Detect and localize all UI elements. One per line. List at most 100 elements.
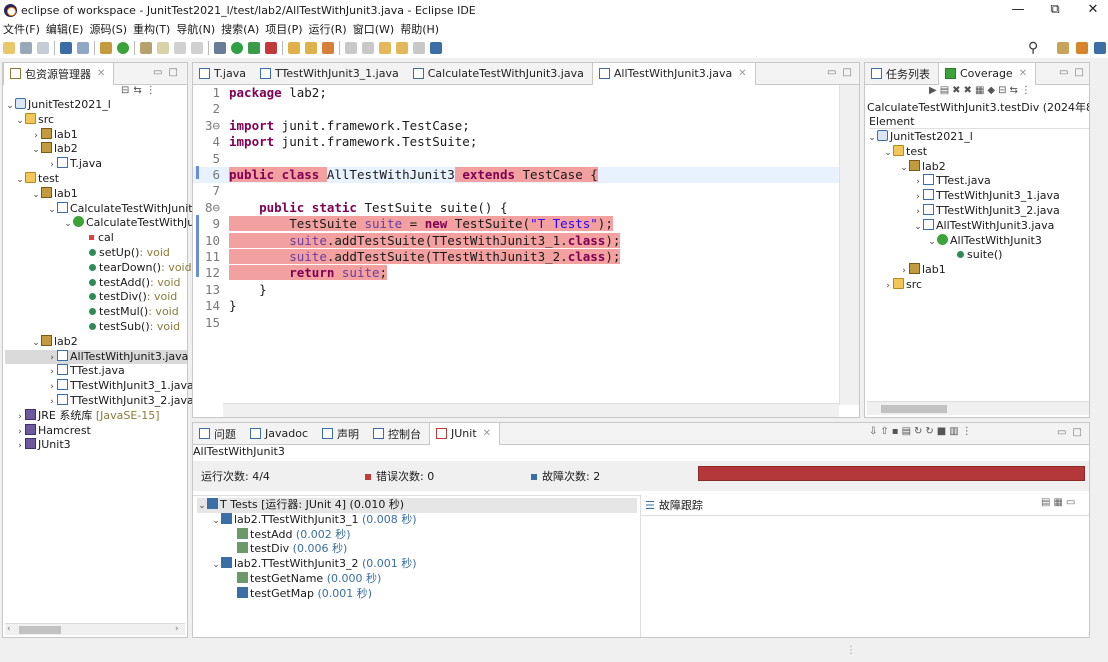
- view-menu-icon[interactable]: ⋮: [1021, 85, 1034, 96]
- coverage-node[interactable]: › src: [867, 277, 1089, 293]
- select-session-icon[interactable]: ◆: [987, 85, 998, 96]
- filter-icon[interactable]: ⋮: [146, 85, 160, 96]
- new-package-icon[interactable]: [100, 42, 112, 54]
- external-tools-icon[interactable]: [265, 42, 277, 54]
- minimize-maximize-icon[interactable]: ▭□: [1059, 67, 1090, 78]
- history-icon[interactable]: ▥: [949, 426, 961, 437]
- skip-breakpoints-icon[interactable]: [77, 42, 89, 54]
- search-icon[interactable]: ⚲: [1028, 40, 1038, 56]
- horizontal-scrollbar[interactable]: [867, 401, 1089, 415]
- menu-window[interactable]: 窗口(W): [353, 21, 394, 37]
- test-suite-node[interactable]: ⌄ lab2.TTestWithJunit3_2 (0.001 秒): [197, 557, 637, 572]
- tab-alltest[interactable]: AllTestWithJunit3.java ✕: [591, 62, 756, 85]
- test-case-node[interactable]: testGetName (0.000 秒): [197, 571, 637, 587]
- tab-problems[interactable]: 问题: [193, 423, 244, 445]
- coverage-node[interactable]: › TTest.java: [867, 174, 1089, 189]
- tree-node-test-lab2[interactable]: ⌄ lab2: [5, 334, 187, 350]
- menu-help[interactable]: 帮助(H): [400, 21, 439, 37]
- coverage-node[interactable]: ⌄ AllTestWithJunit3.java: [867, 218, 1089, 234]
- tab-javadoc[interactable]: Javadoc: [244, 423, 316, 445]
- test-case-node[interactable]: testAdd (0.002 秒): [197, 527, 637, 543]
- debug-perspective-icon[interactable]: [1094, 42, 1106, 54]
- link-editor-icon[interactable]: ⇆: [133, 85, 145, 96]
- test-case-node[interactable]: testGetMap (0.001 秒): [197, 586, 637, 602]
- close-icon[interactable]: ✕: [97, 68, 105, 79]
- coverage-node[interactable]: ⌄ JunitTest2021_l: [867, 130, 1089, 145]
- previous-annotation-icon[interactable]: [362, 42, 374, 54]
- tree-node-project[interactable]: ⌄ JunitTest2021_l: [5, 98, 187, 113]
- restore-button[interactable]: ⧉: [1040, 0, 1070, 20]
- tab-declaration[interactable]: 声明: [316, 423, 367, 445]
- coverage-node[interactable]: › lab1: [867, 263, 1089, 278]
- tree-node-field-cal[interactable]: cal: [5, 231, 187, 246]
- relaunch-icon[interactable]: ▶: [929, 85, 940, 96]
- new-icon[interactable]: [3, 42, 15, 54]
- tree-node-alltest-file[interactable]: › AllTestWithJunit3.java: [5, 349, 188, 365]
- next-failure-icon[interactable]: ⇩: [869, 426, 880, 437]
- close-icon[interactable]: ✕: [1019, 68, 1027, 79]
- minimize-maximize-icon[interactable]: ▭□: [153, 67, 184, 78]
- minimize-maximize-icon[interactable]: ▭□: [1057, 427, 1088, 438]
- close-icon[interactable]: ✕: [483, 428, 491, 439]
- remove-all-icon[interactable]: ✖: [964, 85, 975, 96]
- tree-node-tjava[interactable]: › T.java: [5, 157, 187, 172]
- horizontal-scrollbar[interactable]: [223, 403, 839, 417]
- show-whitespace-icon[interactable]: [191, 42, 203, 54]
- save-all-icon[interactable]: [37, 42, 49, 54]
- tree-node-method[interactable]: setUp(): void: [5, 246, 187, 261]
- back-icon[interactable]: [396, 42, 408, 54]
- search-tool-icon[interactable]: [322, 42, 334, 54]
- coverage-icon[interactable]: [248, 42, 260, 54]
- pin-editor-icon[interactable]: [430, 42, 442, 54]
- tab-calculate[interactable]: CalculateTestWithJunit3.java: [407, 63, 592, 85]
- minimize-button[interactable]: —: [1003, 0, 1033, 20]
- tab-console[interactable]: 控制台: [367, 423, 429, 445]
- close-button[interactable]: ✕: [1078, 0, 1108, 20]
- menu-edit[interactable]: 编辑(E): [46, 21, 84, 37]
- menu-file[interactable]: 文件(F): [3, 21, 40, 37]
- filter-trace-icon[interactable]: ▦: [1053, 497, 1065, 508]
- tree-node-jre[interactable]: › JRE 系统库 [JavaSE-15]: [5, 408, 187, 424]
- test-suite-node[interactable]: ⌄ lab2.TTestWithJunit3_1 (0.008 秒): [197, 512, 637, 528]
- coverage-node[interactable]: › TTestWithJunit3_1.java: [867, 189, 1089, 204]
- rerun-icon[interactable]: ↻: [914, 426, 925, 437]
- tab-tjava[interactable]: T.java: [193, 63, 254, 85]
- scroll-left-icon[interactable]: ‹: [7, 624, 11, 634]
- toggle-mark-icon[interactable]: [174, 42, 186, 54]
- next-annotation-icon[interactable]: [345, 42, 357, 54]
- menu-project[interactable]: 项目(P): [265, 21, 302, 37]
- tree-node-method[interactable]: testAdd(): void: [5, 276, 187, 291]
- minimize-maximize-icon[interactable]: ▭□: [827, 67, 858, 78]
- close-icon[interactable]: ✕: [738, 68, 746, 79]
- scroll-thumb[interactable]: [19, 626, 61, 634]
- coverage-node[interactable]: › TTestWithJunit3_2.java: [867, 203, 1089, 219]
- tab-ttest1[interactable]: TTestWithJunit3_1.java: [254, 63, 407, 85]
- scroll-right-icon[interactable]: ›: [175, 624, 179, 634]
- tree-node-ttest2-file[interactable]: › TTestWithJunit3_2.java: [5, 393, 194, 409]
- tab-package-explorer[interactable]: 包资源管理器 ✕: [3, 62, 115, 85]
- tree-node-calculate-class[interactable]: ⌄ CalculateTestWithJu: [5, 216, 194, 231]
- menu-run[interactable]: 运行(R): [309, 21, 347, 37]
- scroll-thumb[interactable]: [881, 405, 947, 413]
- tree-node-src-lab1[interactable]: › lab1: [5, 127, 187, 143]
- terminal-icon[interactable]: [60, 42, 72, 54]
- tab-coverage[interactable]: Coverage ✕: [938, 62, 1037, 85]
- last-edit-icon[interactable]: [379, 42, 391, 54]
- copy-trace-icon[interactable]: ▭: [1066, 497, 1078, 508]
- tree-node-method[interactable]: testSub(): void: [5, 320, 187, 335]
- tree-node-test-lab1[interactable]: ⌄ lab1: [5, 186, 187, 202]
- new-class-icon[interactable]: [117, 42, 129, 54]
- stop-icon[interactable]: ■: [937, 426, 949, 437]
- rerun-failed-icon[interactable]: ↻: [925, 426, 936, 437]
- coverage-node[interactable]: ⌄ AllTestWithJunit3: [867, 233, 1089, 249]
- tree-node-src-lab2[interactable]: ⌄ lab2: [5, 142, 187, 157]
- export-icon[interactable]: ▤: [940, 85, 952, 96]
- forward-icon[interactable]: [413, 42, 425, 54]
- tree-node-ttest-file[interactable]: › TTest.java: [5, 364, 187, 379]
- tree-node-junit3[interactable]: › JUnit3: [5, 438, 187, 453]
- coverage-node[interactable]: ⌄ lab2: [867, 159, 1089, 175]
- tree-node-method[interactable]: testDiv(): void: [5, 290, 187, 305]
- remove-session-icon[interactable]: ✖: [952, 85, 963, 96]
- tree-node-src[interactable]: ⌄ src: [5, 112, 187, 128]
- annotation-icon[interactable]: [157, 42, 169, 54]
